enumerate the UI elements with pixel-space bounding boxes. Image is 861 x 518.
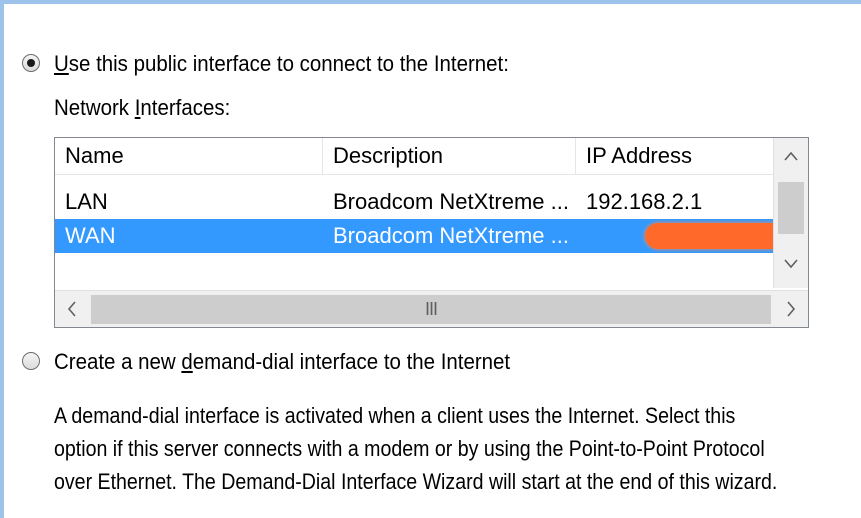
window-frame-top <box>0 0 861 4</box>
table-row-lan[interactable]: LAN Broadcom NetXtreme ... 192.168.2.1 <box>55 185 808 219</box>
scroll-down-icon[interactable] <box>774 246 808 280</box>
demand-dial-description-line-3: over Ethernet. The Demand-Dial Interface… <box>54 469 778 494</box>
network-interfaces-list[interactable]: Name Description IP Address LAN Broadcom… <box>54 137 809 328</box>
demand-dial-description-line-2: option if this server connects with a mo… <box>54 436 765 461</box>
column-header-description[interactable]: Description <box>323 138 576 174</box>
radio-demand-dial[interactable] <box>22 352 40 370</box>
window-frame-left <box>0 0 4 518</box>
radio-public-interface-label[interactable]: Use this public interface to connect to … <box>54 51 509 77</box>
vertical-scrollbar[interactable] <box>773 138 808 288</box>
radio-selected-dot <box>27 59 35 67</box>
table-row-wan[interactable]: WAN Broadcom NetXtreme ... <box>55 219 808 253</box>
cell-description: Broadcom NetXtreme ... <box>333 223 569 248</box>
radio-demand-dial-label[interactable]: Create a new demand-dial interface to th… <box>54 349 510 375</box>
scroll-right-icon[interactable] <box>774 291 808 327</box>
scroll-left-icon[interactable] <box>55 291 89 327</box>
network-interfaces-label: Network Interfaces: <box>54 95 231 120</box>
scroll-up-icon[interactable] <box>774 138 808 172</box>
cell-ip-address: 192.168.2.1 <box>586 189 703 214</box>
column-header-ip-address[interactable]: IP Address <box>576 138 774 174</box>
radio-public-interface[interactable] <box>22 54 40 72</box>
cell-name: WAN <box>65 223 116 248</box>
horizontal-scroll-thumb[interactable]: III <box>91 295 771 324</box>
horizontal-scrollbar[interactable]: III <box>55 290 808 327</box>
list-column-headers: Name Description IP Address <box>55 138 808 175</box>
cell-description: Broadcom NetXtreme ... <box>333 189 569 214</box>
demand-dial-description-line-1: A demand-dial interface is activated whe… <box>54 403 736 428</box>
cell-name: LAN <box>65 189 108 214</box>
column-header-name[interactable]: Name <box>55 138 323 174</box>
vertical-scroll-thumb[interactable] <box>778 182 804 234</box>
